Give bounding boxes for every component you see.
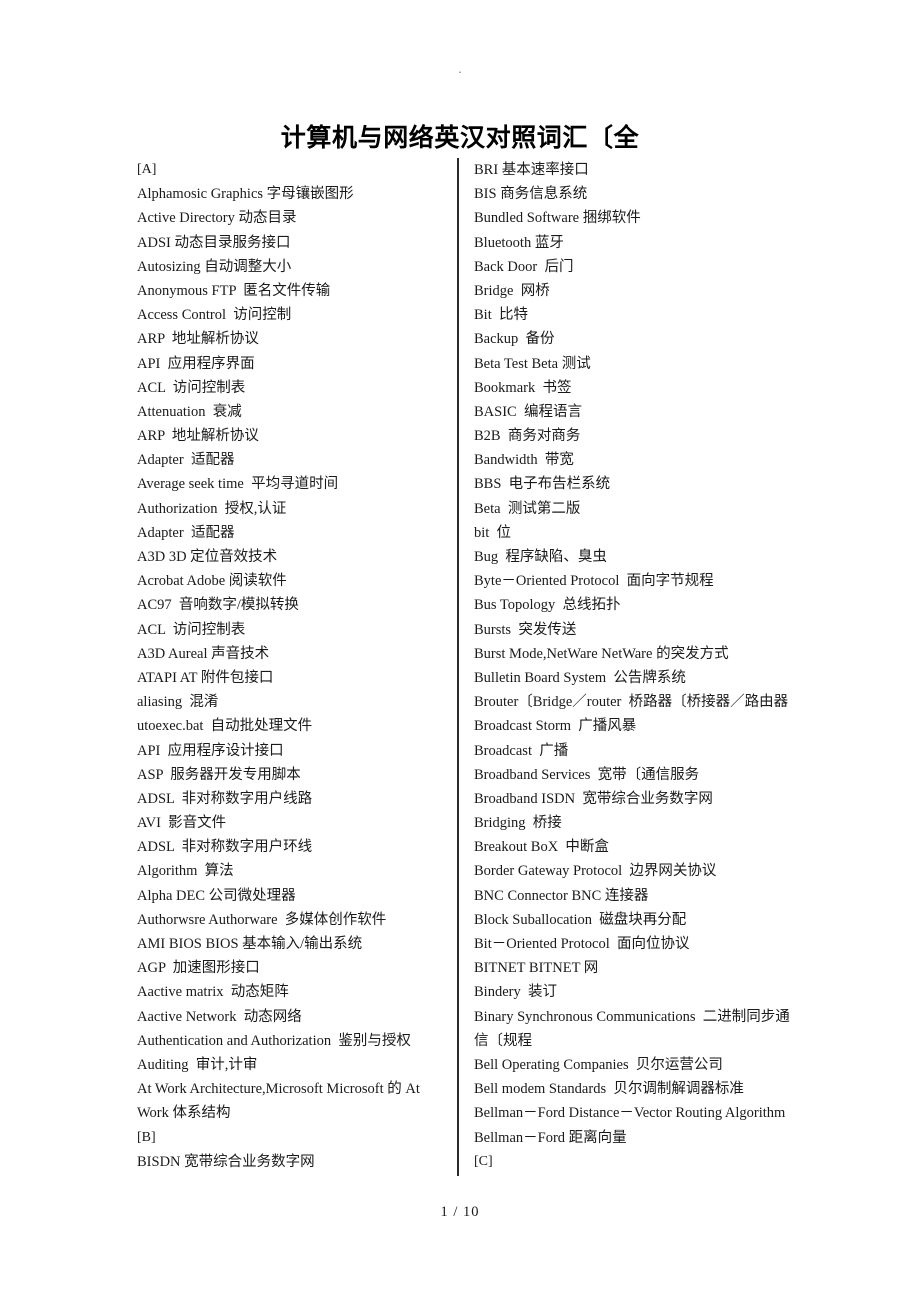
glossary-entry: Byte－Oriented Protocol 面向字节规程 (474, 573, 714, 590)
right-column: BRI 基本速率接口 BIS 商务信息系统 Bundled Software 捆绑软… (474, 158, 792, 1174)
glossary-entry: Bit－Oriented Protocol 面向位协议 (474, 936, 690, 952)
glossary-entry: Bulletin Board System 公告牌系统 (474, 669, 686, 686)
glossary-entry: Alphamosic Graphics 字母镶嵌图形 (137, 186, 354, 203)
glossary-entry: Bellman－Ford Distance－Vector Routing Alg… (474, 1105, 789, 1146)
glossary-entry: Brouter〔Bridge／router 桥路器〔桥接器／路由器 (474, 694, 789, 711)
glossary-entry: Breakout BoX 中断盒 (474, 839, 609, 856)
glossary-entry: Bridge 网桥 (474, 282, 550, 299)
glossary-entry: ADSI 动态目录服务接口 (137, 234, 291, 251)
glossary-entry: aliasing 混淆 (137, 694, 219, 711)
glossary-entry: ACL 访问控制表 (137, 621, 246, 638)
glossary-entry: Broadband Services 宽带〔通信服务 (474, 766, 700, 783)
glossary-entry: Beta Test Beta 测试 (474, 355, 591, 372)
glossary-entry: Bell Operating Companies 贝尔运营公司 (474, 1056, 723, 1073)
glossary-entry: Broadcast Storm 广播风暴 (474, 718, 637, 735)
glossary-entry: BNC Connector BNC 连接器 (474, 887, 649, 904)
glossary-entry: Authorization 授权,认证 (137, 500, 287, 517)
glossary-entry: B2B 商务对商务 (474, 428, 581, 445)
glossary-entry: ACL 访问控制表 (137, 379, 246, 396)
glossary-entry: ATAPI AT 附件包接口 (137, 669, 274, 686)
glossary-entry: Bookmark 书签 (474, 379, 572, 396)
page-title: 计算机与网络英汉对照词汇〔全 (280, 122, 640, 152)
glossary-entry: Autosizing 自动调整大小 (137, 258, 292, 275)
glossary-entry: Average seek time 平均寻道时间 (137, 476, 339, 493)
glossary-entry: Bell modem Standards 贝尔调制解调器标准 (474, 1081, 744, 1098)
glossary-entry: BBS 电子布告栏系统 (474, 476, 611, 493)
glossary-entry: Block Suballocation 磁盘块再分配 (474, 911, 687, 928)
glossary-entry: BITNET BITNET 网 (474, 960, 599, 977)
column-divider (457, 158, 459, 1176)
glossary-entry: Adapter 适配器 (137, 452, 235, 469)
glossary-entry: API 应用程序界面 (137, 355, 255, 372)
glossary-entry: Active Directory 动态目录 (137, 210, 297, 227)
glossary-entry: Adapter 适配器 (137, 524, 235, 541)
glossary-entry: [C] (474, 1153, 493, 1169)
document-page: . 计算机与网络英汉对照词汇〔全 [A] Alphamosic Graphics … (0, 0, 920, 1302)
glossary-entry: Bridging 桥接 (474, 815, 562, 832)
glossary-entry: Bluetooth 蓝牙 (474, 234, 564, 251)
glossary-entry: Broadcast 广播 (474, 742, 569, 759)
glossary-entry: Bandwidth 带宽 (474, 452, 574, 469)
glossary-entry: bit 位 (474, 524, 512, 541)
glossary-entry: Auditing 审计,计审 (137, 1056, 258, 1073)
glossary-entry: API 应用程序设计接口 (137, 742, 284, 759)
glossary-entry: Attenuation 衰减 (137, 403, 242, 420)
page-top-mark: . (458, 61, 462, 76)
glossary-entry: BIS 商务信息系统 (474, 186, 588, 203)
glossary-entry: At Work Architecture,Microsoft Microsoft… (137, 1081, 424, 1122)
glossary-entry: Broadband ISDN 宽带综合业务数字网 (474, 790, 713, 807)
glossary-entry: utoexec.bat 自动批处理文件 (137, 718, 313, 735)
glossary-entry: Bindery 装订 (474, 984, 557, 1001)
glossary-entry: [B] (137, 1129, 156, 1145)
glossary-entry: Bundled Software 捆绑软件 (474, 210, 641, 227)
glossary-entry: ARP 地址解析协议 (137, 428, 259, 445)
glossary-entry: AMI BIOS BIOS 基本输入/输出系统 (137, 936, 363, 952)
glossary-entry: Bit 比特 (474, 307, 528, 324)
glossary-entry: ADSL 非对称数字用户环线 (137, 839, 313, 856)
glossary-entry: Back Door 后门 (474, 258, 574, 275)
glossary-entry: Border Gateway Protocol 边界网关协议 (474, 863, 717, 880)
glossary-entry: Authentication and Authorization 鉴别与授权 (137, 1032, 411, 1049)
glossary-entry: Bus Topology 总线拓扑 (474, 597, 621, 614)
glossary-entry: BRI 基本速率接口 (474, 162, 589, 178)
glossary-entry: Bug 程序缺陷、臭虫 (474, 549, 607, 565)
glossary-entry: [A] (137, 162, 157, 177)
glossary-entry: AC97 音响数字/模拟转换 (137, 597, 299, 614)
glossary-entry: A3D 3D 定位音效技术 (137, 549, 278, 565)
glossary-entry: BISDN 宽带综合业务数字网 (137, 1153, 315, 1170)
glossary-entry: A3D Aureal 声音技术 (137, 645, 270, 662)
glossary-entry: AVI 影音文件 (137, 815, 227, 832)
glossary-entry: ASP 服务器开发专用脚本 (137, 766, 301, 783)
glossary-entry: AGP 加速图形接口 (137, 960, 260, 977)
page-number-footer: 1 / 10 (440, 1204, 480, 1220)
glossary-entry: Aactive Network 动态网络 (137, 1008, 302, 1025)
glossary-entry: Binary Synchronous Communications 二进制同步通… (474, 1008, 790, 1049)
glossary-entry: Anonymous FTP 匿名文件传输 (137, 282, 331, 299)
left-column: [A] Alphamosic Graphics 字母镶嵌图形 Active Dire… (137, 158, 449, 1174)
glossary-entry: ARP 地址解析协议 (137, 331, 259, 348)
glossary-entry: Backup 备份 (474, 331, 555, 348)
glossary-entry: Authorwsre Authorware 多媒体创作软件 (137, 911, 387, 928)
glossary-entry: Acrobat Adobe 阅读软件 (137, 573, 287, 590)
glossary-entry: Algorithm 算法 (137, 863, 234, 880)
glossary-entry: BASIC 编程语言 (474, 403, 582, 420)
glossary-entry: Alpha DEC 公司微处理器 (137, 887, 296, 904)
glossary-entry: Beta 测试第二版 (474, 500, 581, 517)
glossary-entry: Burst Mode,NetWare NetWare 的突发方式 (474, 645, 729, 662)
glossary-entry: ADSL 非对称数字用户线路 (137, 790, 313, 807)
two-column-body: [A] Alphamosic Graphics 字母镶嵌图形 Active Dire… (0, 158, 920, 1178)
glossary-entry: Bursts 突发传送 (474, 621, 577, 638)
glossary-entry: Access Control 访问控制 (137, 307, 292, 324)
glossary-entry: Aactive matrix 动态矩阵 (137, 984, 289, 1001)
